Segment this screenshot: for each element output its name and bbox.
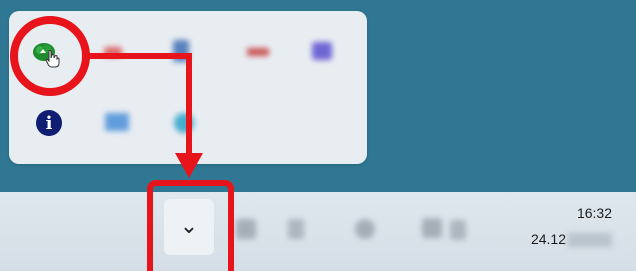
- chat-icon[interactable]: [422, 218, 442, 238]
- clock-time: 16:32: [576, 205, 612, 221]
- monitor-icon[interactable]: [104, 109, 130, 135]
- clock-date-visible: 24.12: [530, 231, 566, 247]
- volume-icon[interactable]: [450, 220, 466, 240]
- globe-icon[interactable]: [171, 110, 197, 136]
- clock-date-year-blurred: [568, 233, 612, 248]
- show-hidden-icons-button[interactable]: ⌄: [164, 199, 214, 255]
- red-app-icon[interactable]: [100, 39, 126, 65]
- purple-folder-icon[interactable]: [309, 38, 335, 64]
- hidden-icons-tray-popup: [9, 11, 367, 164]
- hand-cursor-svg: [45, 50, 60, 68]
- blue-document-icon[interactable]: [168, 38, 194, 64]
- red-bar-app-icon[interactable]: [245, 39, 271, 65]
- font-icon[interactable]: [288, 219, 304, 239]
- info-icon[interactable]: i: [36, 110, 62, 136]
- clock-date: 24.12: [530, 231, 612, 248]
- info-icon-glyph: i: [36, 110, 62, 136]
- network-icon[interactable]: [236, 219, 256, 239]
- sync-icon[interactable]: [355, 219, 375, 239]
- chevron-down-icon: ⌄: [179, 214, 199, 239]
- mouse-cursor-hand-icon: [44, 50, 60, 68]
